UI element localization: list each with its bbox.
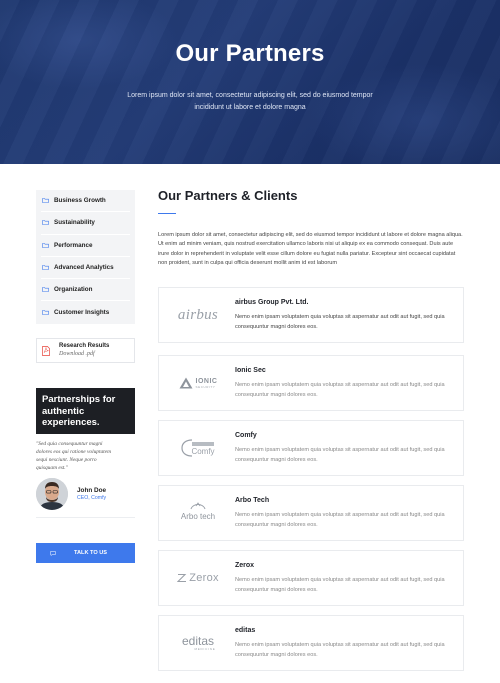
sidebar-item-business-growth[interactable]: Business Growth xyxy=(41,190,130,213)
partner-name: Ionic Sec xyxy=(235,367,266,374)
editas-logo-subtext: MEDICINE xyxy=(194,647,216,651)
partner-name: Arbo Tech xyxy=(235,497,270,504)
promo-box: Partnerships for authentic experiences. xyxy=(36,388,135,434)
editas-logo-text: editas xyxy=(181,634,215,648)
section-title: Our Partners & Clients xyxy=(158,188,298,203)
sidebar-item-label: Business Growth xyxy=(54,197,106,205)
triangle-logo-icon xyxy=(179,377,193,389)
sidebar-item-label: Sustainability xyxy=(54,219,95,227)
partner-logo: IONIC SECURITY xyxy=(167,356,229,410)
intro-text: Lorem ipsum dolor sit amet, consectetur … xyxy=(158,232,463,267)
arbo-logo-text: Arbo tech xyxy=(180,511,216,521)
folder-icon xyxy=(42,265,49,270)
sidebar-item-sustainability[interactable]: Sustainability xyxy=(41,212,130,235)
partner-description: Nemo enim ipsam voluptatem quia voluptas… xyxy=(235,512,445,528)
sidebar-item-label: Organization xyxy=(54,286,93,294)
partner-logo: Comfy xyxy=(167,421,229,475)
partner-name: Zerox xyxy=(235,562,255,569)
folder-icon xyxy=(42,242,49,248)
talk-to-us-button[interactable]: TALK TO US xyxy=(36,543,135,563)
testimonial-quote: "Sed quia consequuntur magni dolores eos… xyxy=(36,441,111,471)
ionic-logo-text: IONIC xyxy=(195,377,218,385)
research-title: Research Results xyxy=(59,343,110,349)
partner-name: airbus Group Pvt. Ltd. xyxy=(235,299,309,306)
author-name: John Doe xyxy=(77,487,107,494)
author-role[interactable]: CEO, Comfy xyxy=(77,495,106,501)
partner-card-comfy[interactable]: Comfy Comfy Nemo enim ipsam voluptatem q… xyxy=(158,420,464,476)
partner-logo: airbus xyxy=(167,288,229,342)
partner-name: Comfy xyxy=(235,432,257,439)
sidebar: Business Growth Sustainability Performan… xyxy=(36,190,135,563)
sidebar-item-organization[interactable]: Organization xyxy=(41,279,130,302)
talk-to-us-label: TALK TO US xyxy=(74,550,108,556)
partner-description: Nemo enim ipsam voluptatem quia voluptas… xyxy=(235,447,445,463)
chat-icon xyxy=(50,550,56,556)
partner-card-ionic-sec[interactable]: IONIC SECURITY Ionic Sec Nemo enim ipsam… xyxy=(158,355,464,411)
partner-card-airbus[interactable]: airbus airbus Group Pvt. Ltd. Nemo enim … xyxy=(158,287,464,343)
folder-icon xyxy=(42,310,49,315)
pdf-icon xyxy=(42,345,50,356)
partner-logo: Arbo tech xyxy=(167,486,229,540)
partner-card-zerox[interactable]: Zerox Zerox Nemo enim ipsam voluptatem q… xyxy=(158,550,464,606)
sidebar-nav: Business Growth Sustainability Performan… xyxy=(36,190,135,324)
partner-logo: editas MEDICINE xyxy=(167,616,229,670)
partner-logo: Zerox xyxy=(167,551,229,605)
zerox-logo-text: Zerox xyxy=(189,572,219,584)
folder-icon xyxy=(42,198,49,203)
sidebar-item-label: Performance xyxy=(54,241,93,249)
testimonial-author: John Doe CEO, Comfy xyxy=(36,472,135,516)
main-content: Our Partners & Clients Lorem ipsum dolor… xyxy=(158,187,464,671)
partner-description: Nemo enim ipsam voluptatem quia voluptas… xyxy=(235,314,445,330)
research-subtitle: Download .pdf xyxy=(59,351,95,357)
avatar xyxy=(36,478,68,510)
partner-description: Nemo enim ipsam voluptatem quia voluptas… xyxy=(235,642,445,658)
partner-card-arbo-tech[interactable]: Arbo tech Arbo Tech Nemo enim ipsam volu… xyxy=(158,485,464,541)
zerox-logo-icon xyxy=(177,573,187,583)
page-title: Our Partners xyxy=(175,40,325,67)
title-underline xyxy=(158,213,176,214)
sidebar-item-label: Customer Insights xyxy=(54,309,110,317)
partner-description: Nemo enim ipsam voluptatem quia voluptas… xyxy=(235,382,445,398)
sidebar-item-performance[interactable]: Performance xyxy=(41,235,130,257)
sidebar-item-advanced-analytics[interactable]: Advanced Analytics xyxy=(41,257,130,280)
sidebar-item-customer-insights[interactable]: Customer Insights xyxy=(41,301,130,323)
partner-description: Nemo enim ipsam voluptatem quia voluptas… xyxy=(235,577,445,593)
partner-name: editas xyxy=(235,627,256,634)
research-download-link[interactable]: Research Results Download .pdf xyxy=(36,338,135,363)
hero-subtitle: Lorem ipsum dolor sit amet, consectetur … xyxy=(127,92,373,111)
folder-icon xyxy=(42,220,49,226)
airbus-logo-text: airbus xyxy=(177,306,219,323)
partner-card-editas[interactable]: editas MEDICINE editas Nemo enim ipsam v… xyxy=(158,615,464,671)
sidebar-item-label: Advanced Analytics xyxy=(54,264,114,272)
ionic-logo-subtext: SECURITY xyxy=(195,384,216,389)
divider xyxy=(36,517,135,518)
comfy-logo-text: Comfy xyxy=(191,446,215,456)
folder-icon xyxy=(42,287,49,293)
hero-banner: Our Partners Lorem ipsum dolor sit amet,… xyxy=(0,0,500,164)
